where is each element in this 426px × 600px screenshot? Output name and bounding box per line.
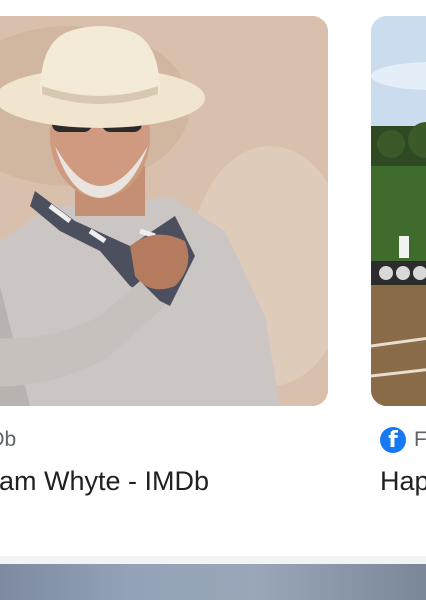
- result-thumbnail[interactable]: [371, 16, 426, 406]
- source-row[interactable]: IMDb: [0, 428, 16, 452]
- result-title[interactable]: Adam Whyte - IMDb: [0, 466, 209, 497]
- source-name: Facebook: [414, 428, 426, 451]
- image-results-carousel: IMDb Adam Whyte - IMDb f F: [0, 0, 426, 556]
- result-thumbnail[interactable]: [0, 16, 328, 406]
- source-row[interactable]: f Facebook: [380, 427, 426, 453]
- playing-field-photo: [371, 16, 426, 406]
- next-result-image[interactable]: [0, 564, 426, 600]
- result-title[interactable]: Happy: [380, 466, 426, 497]
- section-divider: [0, 556, 426, 564]
- source-name: IMDb: [0, 428, 17, 451]
- man-in-cowboy-hat-photo: [0, 16, 328, 406]
- facebook-icon: f: [380, 427, 406, 453]
